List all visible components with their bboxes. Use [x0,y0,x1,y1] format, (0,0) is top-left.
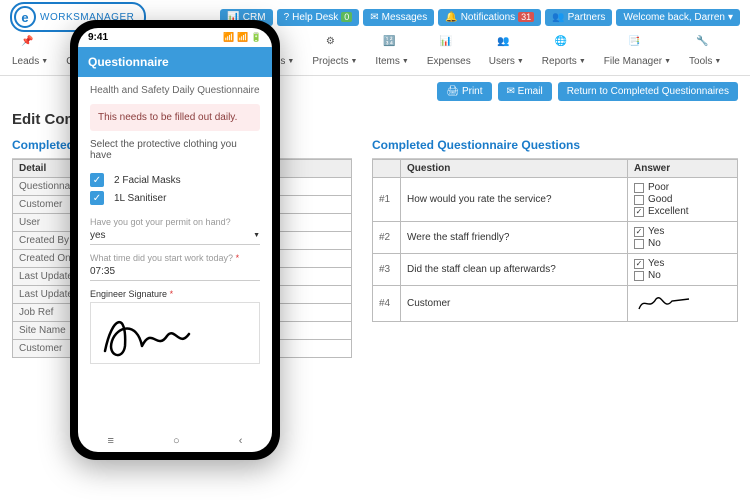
tools-icon: 🔧 [696,36,714,54]
status-icons: 📶 📶 🔋 [223,32,262,43]
recent-icon[interactable]: ≡ [108,435,114,447]
gear-icon: ⚙ [326,36,344,54]
pin-icon: 📌 [21,36,39,54]
question-row: #3Did the staff clean up afterwards?YesN… [373,254,738,286]
back-icon[interactable]: ‹ [239,435,243,447]
time-label: What time did you start work today? * [90,253,260,263]
home-icon[interactable]: ○ [173,435,180,447]
file-icon: 📑 [628,36,646,54]
signature-label: Engineer Signature * [90,289,260,299]
users-icon: 👥 [497,36,515,54]
questionnaire-subtitle: Health and Safety Daily Questionnaire [90,85,260,96]
answer-header: Answer [628,160,738,178]
nav-projects[interactable]: ⚙Projects▼ [312,36,357,67]
email-button[interactable]: ✉ Email [498,82,552,101]
messages-button[interactable]: ✉ Messages [363,9,434,26]
phone-statusbar: 9:41 📶 📶 🔋 [78,28,272,47]
nav-users[interactable]: 👥Users▼ [489,36,524,67]
notifications-label: Notifications [461,12,515,23]
partners-label: Partners [568,12,606,23]
nav-reports[interactable]: 🌐Reports▼ [542,36,586,67]
partners-button[interactable]: 👥 Partners [545,9,612,26]
helpdesk-badge: 0 [341,12,352,22]
globe-icon: 🌐 [555,36,573,54]
calc-icon: 🔢 [383,36,401,54]
nav-tools[interactable]: 🔧Tools▼ [689,36,721,67]
print-button[interactable]: 🖨 Print [437,82,491,101]
daily-notice: This needs to be filled out daily. [90,104,260,131]
return-button[interactable]: Return to Completed Questionnaires [558,82,738,101]
messages-label: Messages [382,12,428,23]
welcome-label: Welcome back, Darren [623,12,725,23]
app-header: Questionnaire [78,47,272,77]
nav-items[interactable]: 🔢Items▼ [375,36,408,67]
option-masks[interactable]: 2 Facial Masks [90,173,260,187]
clothing-question: Select the protective clothing you have [90,139,260,161]
welcome-button[interactable]: Welcome back, Darren ▾ [616,9,740,26]
time-input[interactable]: 07:35 [90,263,260,281]
question-row: #2Were the staff friendly?YesNo [373,222,738,254]
permit-select[interactable]: yes▼ [90,227,260,245]
expenses-icon: 📊 [440,36,458,54]
questions-table: QuestionAnswer #1How would you rate the … [372,159,738,322]
helpdesk-label: Help Desk [292,12,338,23]
phone-time: 9:41 [88,32,108,43]
chevron-down-icon: ▼ [253,232,260,239]
nav-filemgr[interactable]: 📑File Manager▼ [604,36,671,67]
nav-leads[interactable]: 📌Leads▼ [12,36,48,67]
notifications-button[interactable]: 🔔 Notifications 31 [438,9,541,26]
signature-icon [97,306,197,361]
phone-navbar: ≡ ○ ‹ [78,430,272,452]
signature-box[interactable] [90,302,260,364]
right-section-title: Completed Questionnaire Questions [372,132,738,159]
question-header: Question [401,160,628,178]
logo-icon: e [14,6,36,28]
phone-mockup: 9:41 📶 📶 🔋 Questionnaire Health and Safe… [70,20,280,460]
question-row: #4Customer [373,286,738,322]
permit-label: Have you got your permit on hand? [90,217,260,227]
option-sanitiser[interactable]: 1L Sanitiser [90,191,260,205]
helpdesk-button[interactable]: ? Help Desk 0 [277,9,360,26]
question-row: #1How would you rate the service?PoorGoo… [373,178,738,222]
notifications-badge: 31 [518,12,534,22]
checkbox-icon [90,191,104,205]
checkbox-icon [90,173,104,187]
nav-expenses[interactable]: 📊Expenses [427,36,471,67]
